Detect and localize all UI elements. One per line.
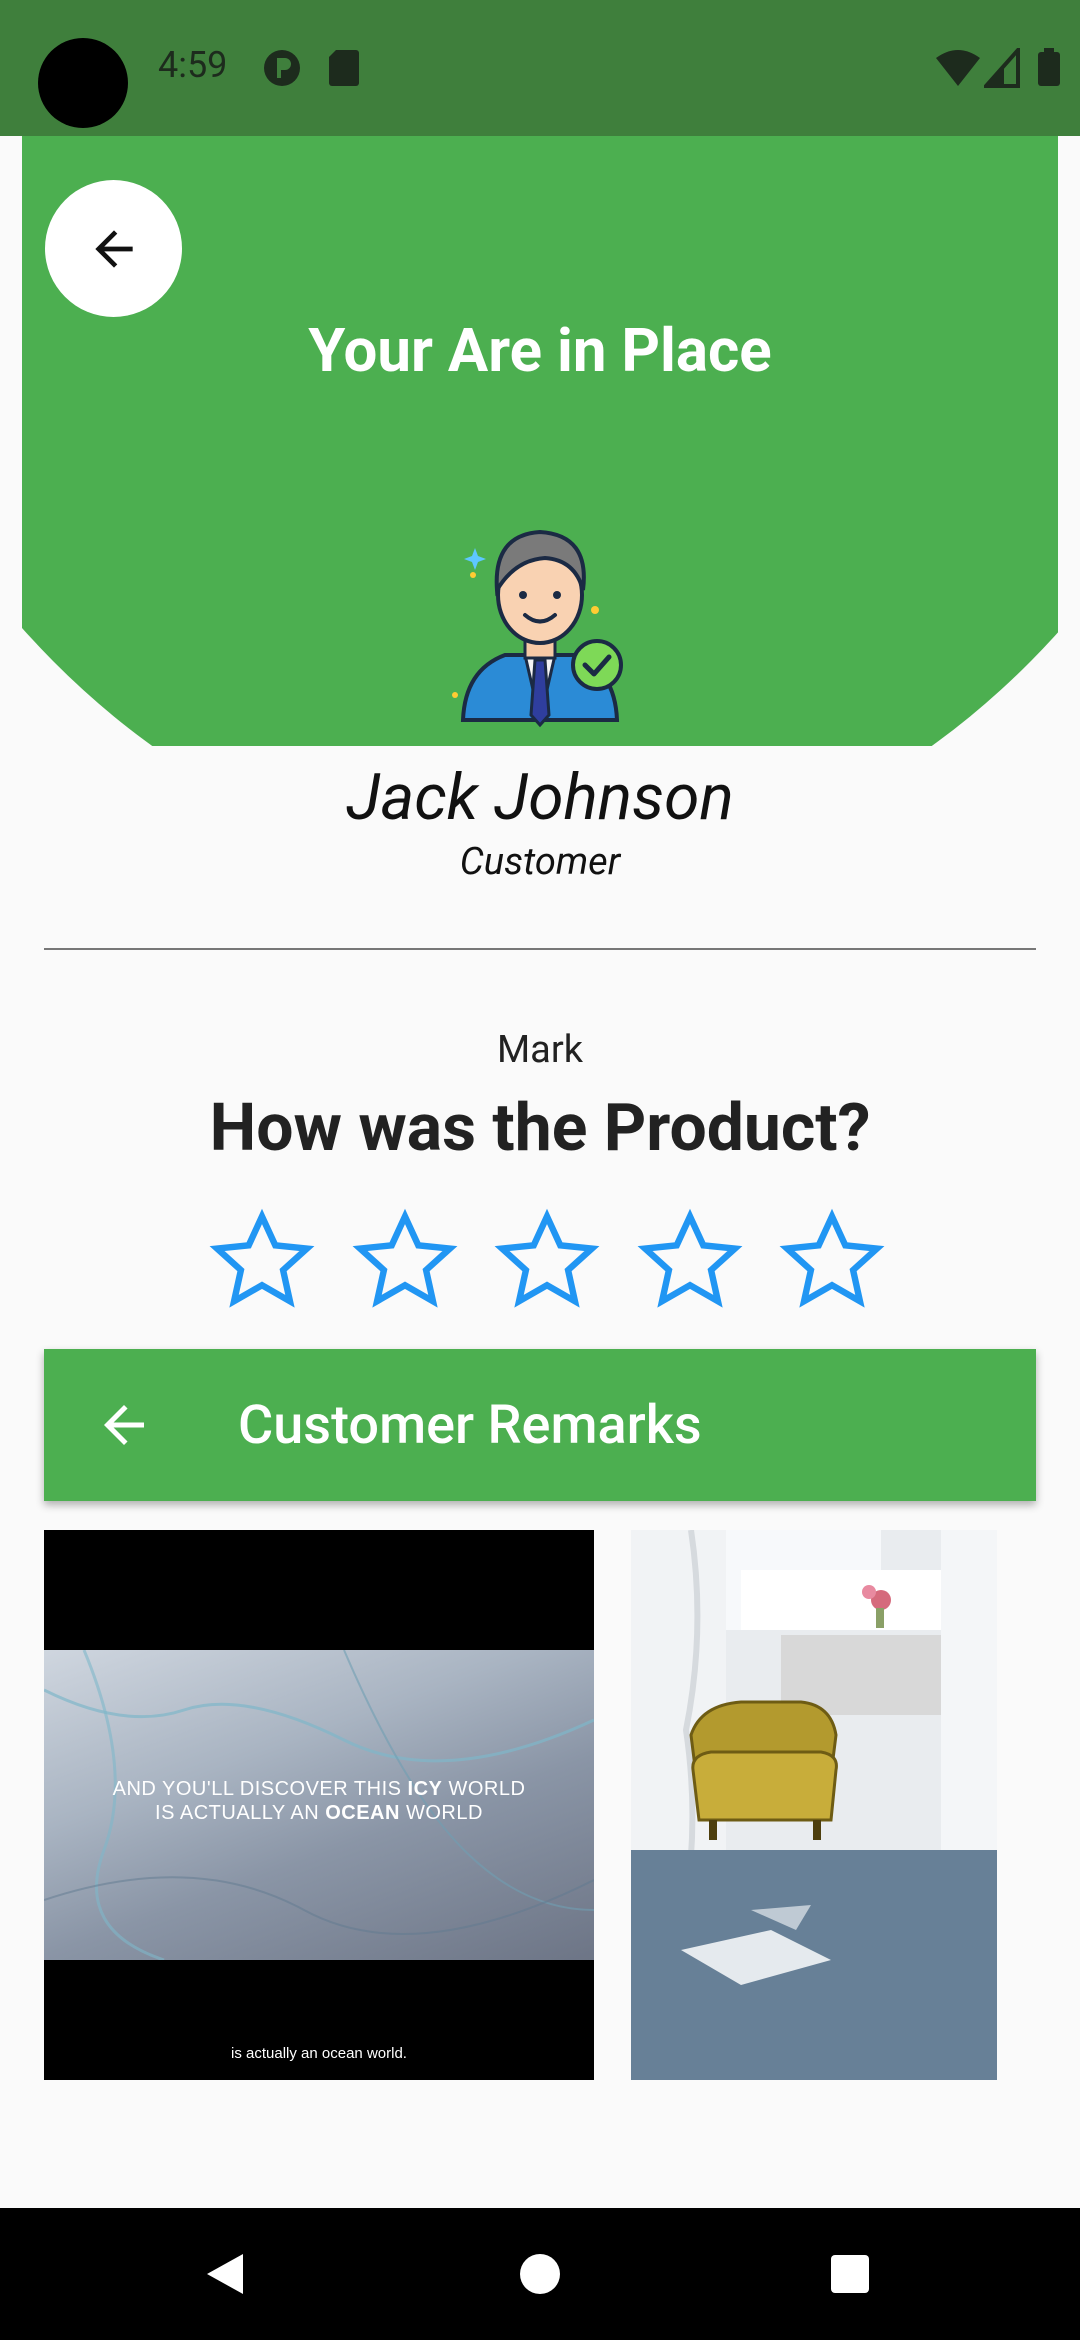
back-button[interactable] xyxy=(45,180,182,317)
star-4-icon[interactable] xyxy=(635,1205,745,1315)
remark-image-room[interactable] xyxy=(631,1530,997,2080)
page-title: Your Are in Place xyxy=(308,315,772,386)
divider xyxy=(44,948,1036,950)
rating-label: Mark xyxy=(497,1028,583,1072)
star-1-icon[interactable] xyxy=(207,1205,317,1315)
signal-icon xyxy=(984,48,1020,88)
sd-card-icon xyxy=(329,50,359,86)
rating-question: How was the Product? xyxy=(209,1090,871,1167)
remarks-title: Customer Remarks xyxy=(238,1393,702,1457)
home-circle-icon[interactable] xyxy=(518,2250,562,2298)
back-triangle-icon[interactable] xyxy=(203,2250,247,2298)
verified-user-avatar xyxy=(452,529,623,728)
system-nav-bar xyxy=(0,2208,1080,2340)
recents-square-icon[interactable] xyxy=(828,2250,872,2298)
camera-hole xyxy=(38,38,128,128)
status-bar: 4:59 xyxy=(0,0,1080,136)
video-overlay-line-1: AND YOU'LL DISCOVER THIS ICY WORLD xyxy=(112,1778,526,1800)
video-overlay-line-2: IS ACTUALLY AN OCEAN WORLD xyxy=(155,1802,483,1824)
arrow-back-icon xyxy=(94,229,133,268)
video-caption: is actually an ocean world. xyxy=(231,2045,407,2062)
remark-image-video[interactable]: AND YOU'LL DISCOVER THIS ICY WORLD IS AC… xyxy=(44,1530,594,2080)
status-time: 4:59 xyxy=(158,44,228,86)
star-rating xyxy=(207,1205,887,1315)
user-role: Customer xyxy=(459,840,621,884)
star-2-icon[interactable] xyxy=(350,1205,460,1315)
remarks-toolbar: Customer Remarks xyxy=(44,1349,1036,1501)
battery-icon xyxy=(1038,48,1060,86)
arrow-back-icon[interactable] xyxy=(94,1395,154,1455)
user-name: Jack Johnson xyxy=(346,760,734,835)
star-5-icon[interactable] xyxy=(777,1205,887,1315)
wifi-icon xyxy=(936,50,980,86)
star-3-icon[interactable] xyxy=(492,1205,602,1315)
ice-surface-image: AND YOU'LL DISCOVER THIS ICY WORLD IS AC… xyxy=(44,1650,594,1960)
play-protect-icon xyxy=(264,50,300,86)
